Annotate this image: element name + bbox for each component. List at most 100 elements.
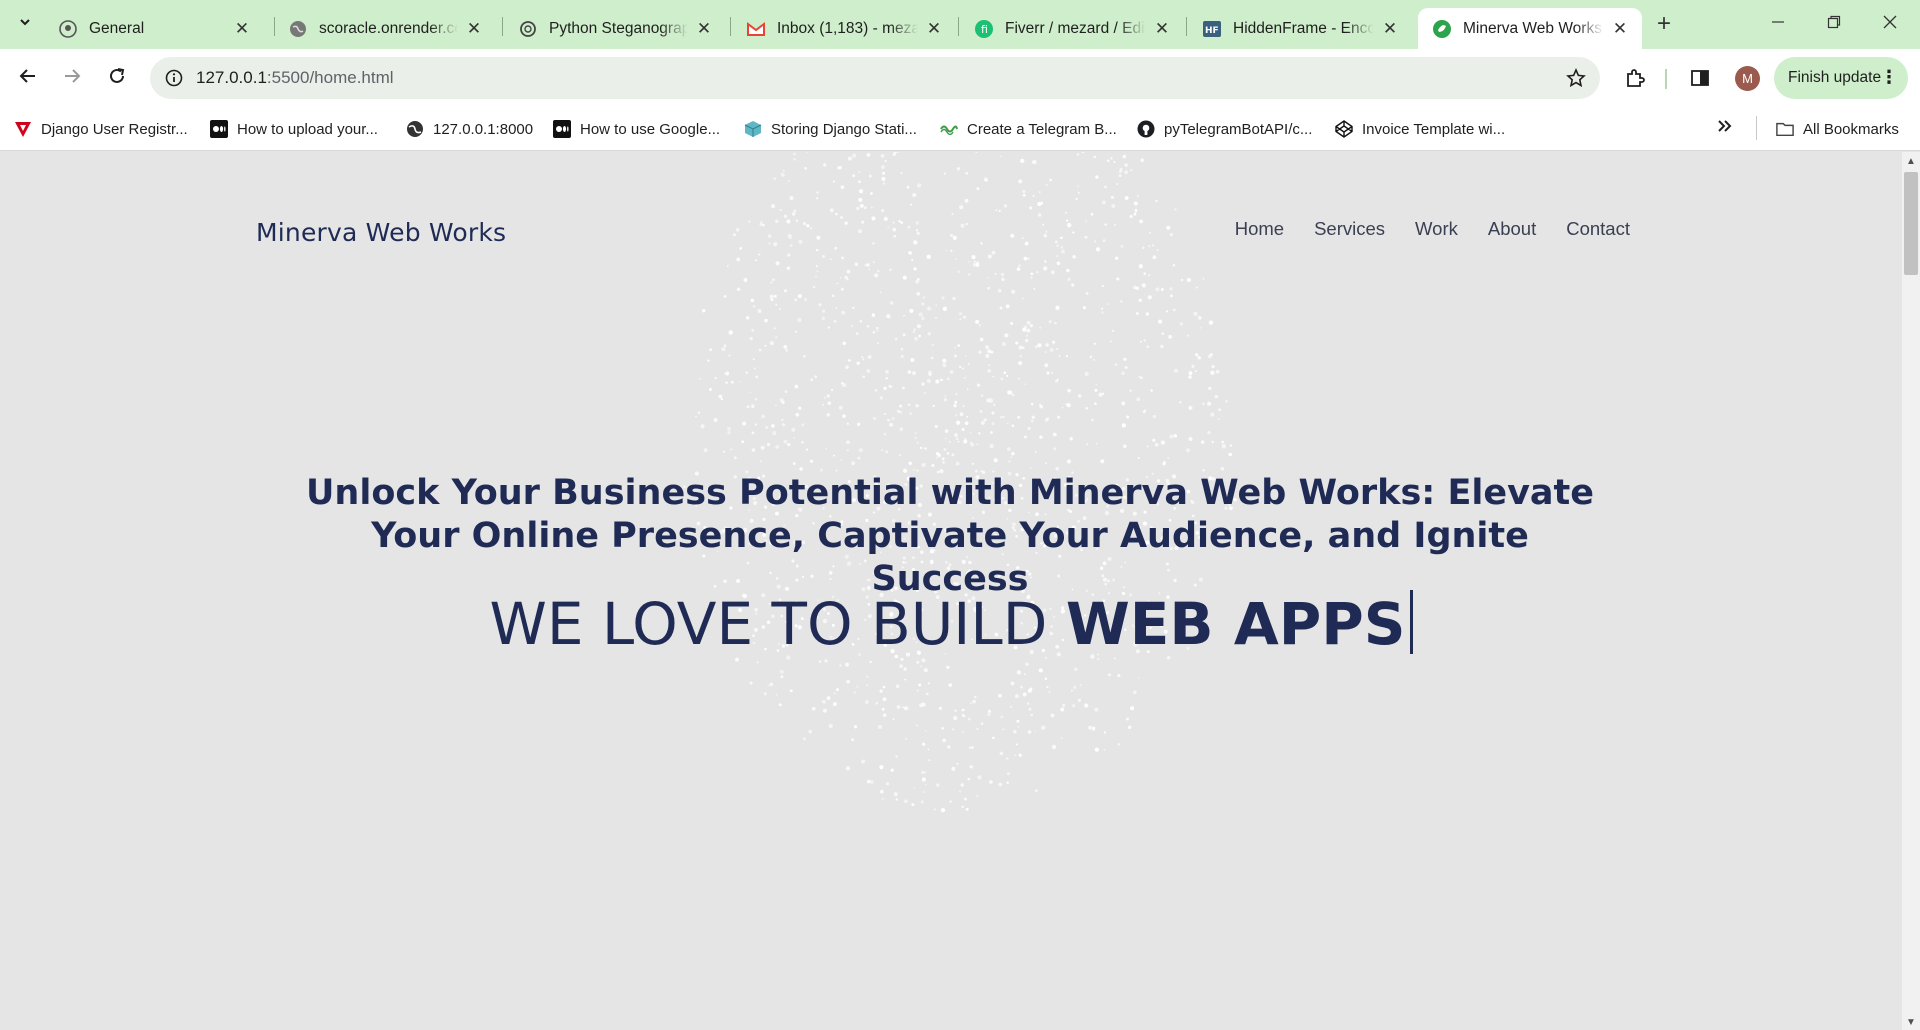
particle xyxy=(1010,233,1015,238)
bookmark-item[interactable]: pyTelegramBotAPI/c... xyxy=(1137,117,1312,141)
particle xyxy=(1004,333,1009,338)
particle xyxy=(959,312,962,316)
particle xyxy=(863,206,867,210)
bookmark-item[interactable]: How to upload your... xyxy=(210,117,378,141)
extensions-icon[interactable] xyxy=(1621,64,1649,92)
scroll-thumb[interactable] xyxy=(1904,172,1918,275)
particle xyxy=(771,278,775,282)
particle xyxy=(902,333,906,337)
particle xyxy=(918,334,921,338)
bookmark-item[interactable]: How to use Google... xyxy=(553,117,720,141)
particle xyxy=(1049,347,1054,352)
particle xyxy=(882,697,887,702)
particle xyxy=(1126,415,1130,419)
particle xyxy=(1033,288,1036,290)
particle xyxy=(1034,450,1037,453)
particle xyxy=(1090,418,1094,422)
tab-scoracle[interactable]: scoracle.onrender.com ✕ xyxy=(274,8,496,49)
particle xyxy=(1077,394,1082,398)
particle xyxy=(1084,703,1089,708)
particle xyxy=(1127,725,1132,730)
tab-general[interactable]: General ✕ xyxy=(44,8,264,49)
particle xyxy=(1043,260,1047,263)
bookmark-star-icon[interactable] xyxy=(1564,66,1588,90)
site-brand[interactable]: Minerva Web Works xyxy=(256,218,506,247)
particle xyxy=(909,412,912,415)
particle xyxy=(783,289,788,293)
particle xyxy=(1066,402,1071,408)
nav-services[interactable]: Services xyxy=(1314,218,1385,240)
particle xyxy=(1093,240,1097,243)
nav-work[interactable]: Work xyxy=(1415,218,1458,240)
particle xyxy=(902,386,905,390)
close-icon[interactable]: ✕ xyxy=(1154,19,1170,38)
new-tab-button[interactable]: + xyxy=(1650,10,1678,38)
nav-contact[interactable]: Contact xyxy=(1566,218,1630,240)
particle xyxy=(1143,272,1147,276)
close-icon[interactable]: ✕ xyxy=(926,19,942,38)
side-panel-icon[interactable] xyxy=(1686,64,1714,92)
particle xyxy=(743,278,748,282)
close-icon[interactable]: ✕ xyxy=(466,19,482,38)
particle xyxy=(931,344,934,346)
globe-icon xyxy=(406,120,424,138)
bookmark-item[interactable]: 127.0.0.1:8000 xyxy=(406,117,533,141)
close-icon[interactable]: ✕ xyxy=(696,19,712,38)
particle xyxy=(950,233,953,237)
bookmark-item[interactable]: Storing Django Stati... xyxy=(744,117,917,141)
particle xyxy=(1094,747,1100,752)
scroll-up-arrow-icon[interactable]: ▲ xyxy=(1906,156,1916,167)
particle xyxy=(846,422,850,425)
restore-icon xyxy=(1827,15,1841,34)
forward-button[interactable] xyxy=(54,60,90,96)
particle xyxy=(912,468,915,472)
close-icon[interactable]: ✕ xyxy=(1612,19,1628,38)
particle xyxy=(961,367,964,370)
more-bookmarks-icon[interactable] xyxy=(1716,117,1734,140)
particle xyxy=(825,447,828,450)
scroll-down-arrow-icon[interactable]: ▼ xyxy=(1906,1017,1916,1028)
particle xyxy=(959,412,964,417)
minimize-button[interactable] xyxy=(1750,0,1806,49)
site-info-icon[interactable] xyxy=(154,57,194,99)
all-bookmarks-button[interactable]: All Bookmarks xyxy=(1776,117,1899,141)
particle xyxy=(1135,286,1140,290)
bookmark-item[interactable]: Create a Telegram B... xyxy=(940,117,1117,141)
bookmark-item[interactable]: Django User Registr... xyxy=(14,117,188,141)
bookmark-item[interactable]: Invoice Template wi... xyxy=(1335,117,1505,141)
particle xyxy=(1093,359,1095,361)
particle xyxy=(944,395,947,397)
particle xyxy=(702,309,706,313)
tab-hiddenframe[interactable]: HF HiddenFrame - Encode ✕ xyxy=(1188,8,1412,49)
nav-home[interactable]: Home xyxy=(1235,218,1284,240)
particle xyxy=(1034,345,1038,349)
tab-python-steganography[interactable]: Python Steganography ✕ xyxy=(504,8,726,49)
tab-minerva[interactable]: Minerva Web Works ✕ xyxy=(1418,8,1642,49)
particle xyxy=(1067,388,1072,393)
tab-search-button[interactable] xyxy=(10,10,39,39)
particle xyxy=(742,421,747,426)
particle xyxy=(1225,399,1228,403)
avatar[interactable]: M xyxy=(1735,66,1760,91)
particle xyxy=(889,422,894,427)
restore-button[interactable] xyxy=(1806,0,1862,49)
address-bar[interactable]: 127.0.0.1:5500/home.html xyxy=(150,57,1600,99)
finish-update-button[interactable]: Finish update ⋮ xyxy=(1774,57,1908,99)
close-icon[interactable]: ✕ xyxy=(234,19,250,38)
particle xyxy=(703,448,708,453)
tab-fiverr[interactable]: fi Fiverr / mezard / Edit ✕ xyxy=(960,8,1184,49)
close-window-button[interactable] xyxy=(1862,0,1918,49)
reload-button[interactable] xyxy=(99,60,135,96)
particle xyxy=(1101,284,1104,288)
particle xyxy=(793,209,797,213)
tab-title: scoracle.onrender.com xyxy=(319,19,458,37)
nav-about[interactable]: About xyxy=(1488,218,1536,240)
particle xyxy=(879,396,883,400)
close-icon[interactable]: ✕ xyxy=(1382,19,1398,38)
back-button[interactable] xyxy=(10,60,46,96)
page-scrollbar[interactable]: ▲ ▼ xyxy=(1902,152,1920,1030)
particle xyxy=(1138,375,1141,378)
tab-inbox[interactable]: Inbox (1,183) - mezard ✕ xyxy=(732,8,956,49)
particle xyxy=(771,424,775,428)
particle xyxy=(773,177,777,180)
